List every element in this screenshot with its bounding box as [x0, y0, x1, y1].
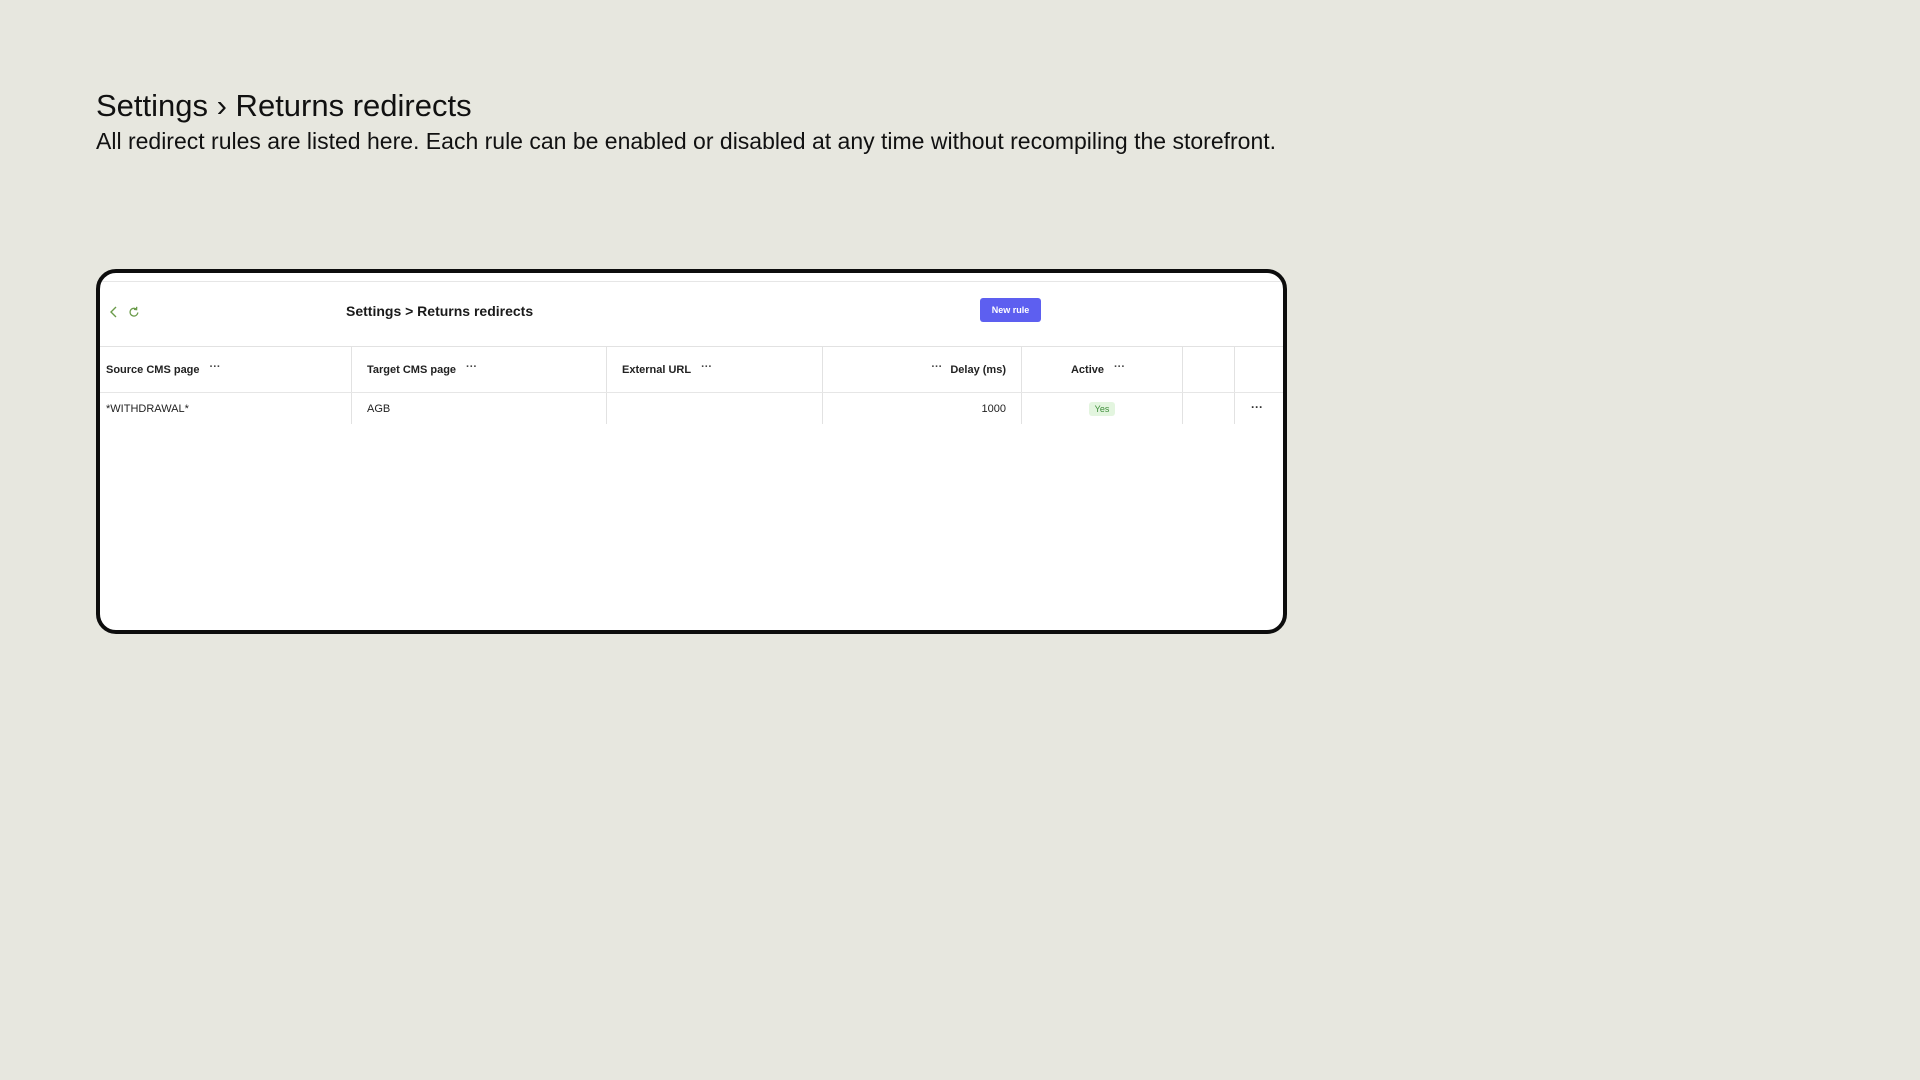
column-menu-icon[interactable]: ···: [1114, 362, 1125, 373]
table-header-row: Source CMS page ··· Target CMS page ··· …: [100, 347, 1283, 393]
column-label: External URL: [622, 363, 692, 376]
page-description: All redirect rules are listed here. Each…: [96, 128, 1277, 154]
column-header-external-url[interactable]: External URL ···: [607, 347, 823, 392]
column-header-target[interactable]: Target CMS page ···: [352, 347, 607, 392]
column-header-empty: [1183, 347, 1235, 392]
page-title: Settings › Returns redirects: [96, 88, 472, 123]
refresh-icon[interactable]: [126, 304, 142, 320]
new-rule-button[interactable]: New rule: [980, 298, 1041, 322]
page-header: Settings › Returns redirects All redirec…: [96, 86, 1276, 156]
cell-external-url: [607, 393, 823, 424]
frame-title: Settings > Returns redirects: [346, 303, 534, 319]
cell-source: *WITHDRAWAL*: [100, 393, 352, 424]
cell-target: AGB: [352, 393, 607, 424]
cell-delay: 1000: [823, 393, 1022, 424]
column-header-active[interactable]: Active ···: [1022, 347, 1183, 392]
column-header-actions: [1235, 347, 1279, 392]
row-actions-icon[interactable]: ···: [1251, 400, 1263, 414]
column-menu-icon[interactable]: ···: [701, 362, 712, 373]
redirects-table: Source CMS page ··· Target CMS page ··· …: [100, 347, 1283, 424]
cell-active: Yes: [1022, 393, 1183, 424]
column-menu-icon[interactable]: ···: [466, 362, 477, 373]
column-header-source[interactable]: Source CMS page ···: [100, 347, 352, 392]
cell-empty: [1183, 393, 1235, 424]
table-row[interactable]: *WITHDRAWAL* AGB 1000 Yes ···: [100, 393, 1283, 424]
toolbar: Settings > Returns redirects New rule: [100, 281, 1283, 347]
column-header-delay[interactable]: ··· Delay (ms): [823, 347, 1022, 392]
column-label: Active: [1070, 363, 1105, 376]
column-label: Target CMS page: [367, 363, 457, 376]
app-frame: Settings > Returns redirects New rule So…: [96, 269, 1287, 634]
cell-actions: ···: [1235, 393, 1279, 424]
chevron-left-icon[interactable]: [106, 304, 122, 320]
status-badge: Yes: [1088, 401, 1116, 416]
column-menu-icon[interactable]: ···: [210, 362, 221, 373]
column-label: Source CMS page: [106, 363, 200, 376]
column-label: Delay (ms): [950, 363, 1006, 376]
column-menu-icon[interactable]: ···: [931, 362, 942, 373]
